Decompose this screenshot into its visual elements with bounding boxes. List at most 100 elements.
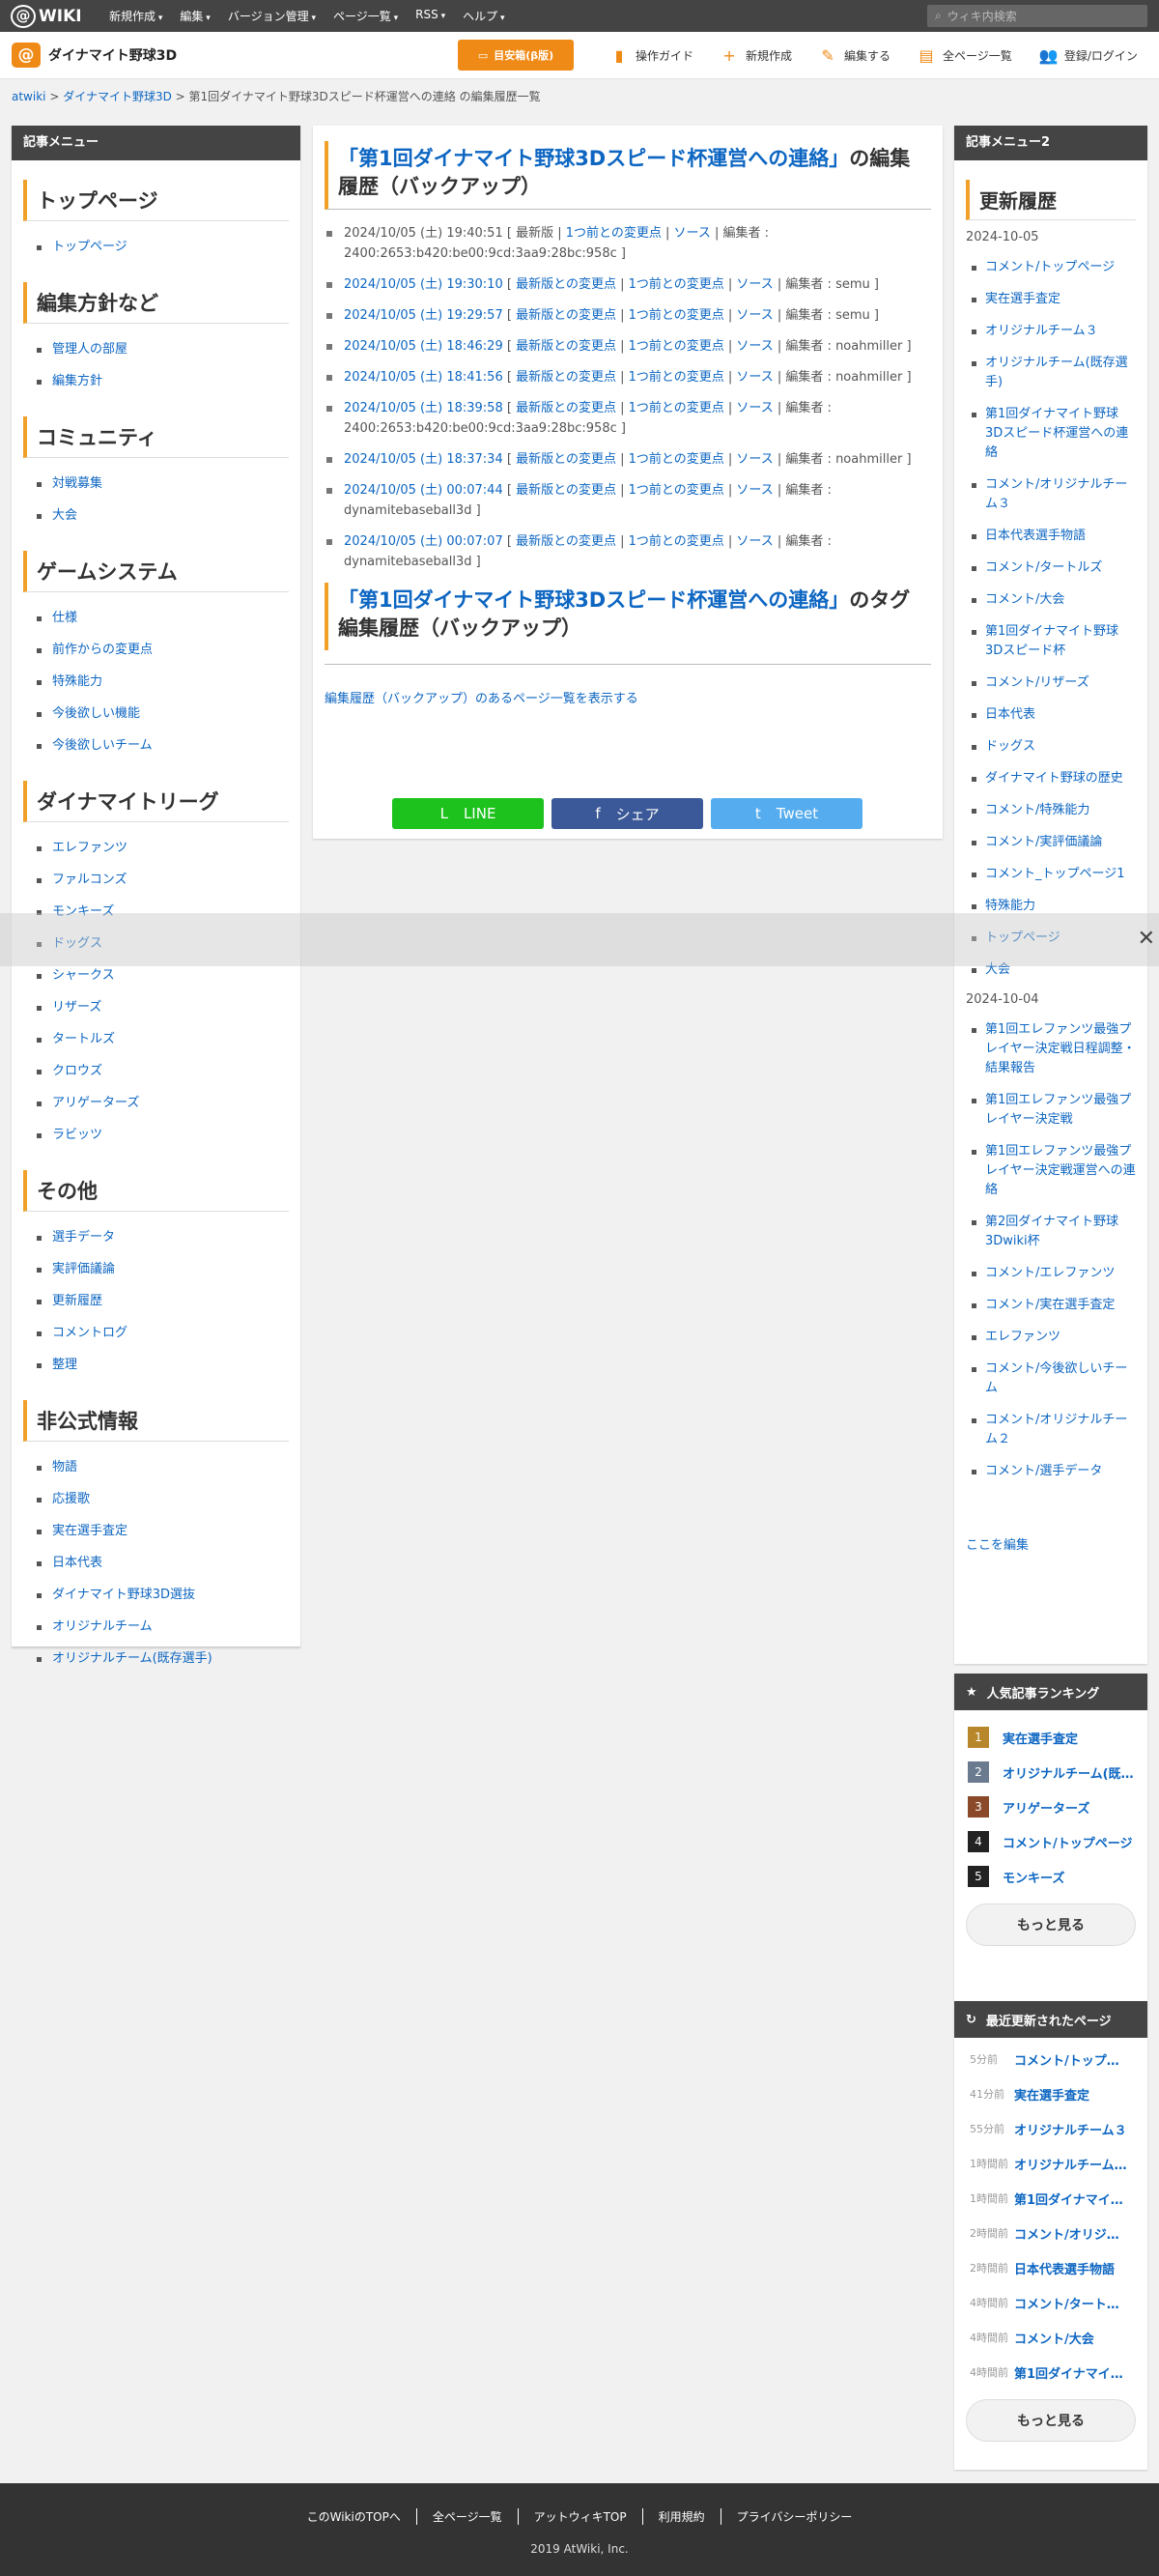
- ranking-item[interactable]: 1 実在選手査定: [968, 1720, 1147, 1755]
- recent-link[interactable]: コメント/タートルズ: [1014, 2294, 1128, 2312]
- tool-2[interactable]: ✎ 編集する: [806, 46, 904, 65]
- nav-link[interactable]: 編集方針: [52, 374, 102, 388]
- tool-4[interactable]: 👥 登録/ログイン: [1026, 46, 1151, 65]
- history-date-link[interactable]: 2024/10/05 (土) 19:29:57: [344, 308, 503, 323]
- wiki-logo[interactable]: @ ダイナマイト野球3D: [12, 43, 454, 68]
- nav-link[interactable]: エレファンツ: [52, 841, 127, 855]
- recent-link[interactable]: オリジナルチーム(既存選手): [1014, 2155, 1128, 2173]
- diff-prev-link[interactable]: 1つ前との変更点: [629, 277, 724, 292]
- source-link[interactable]: ソース: [674, 226, 711, 241]
- source-link[interactable]: ソース: [736, 534, 773, 549]
- footer-link[interactable]: このWikiのTOPへ: [292, 2508, 416, 2525]
- source-link[interactable]: ソース: [736, 452, 773, 467]
- source-link[interactable]: ソース: [736, 277, 773, 292]
- nav-link[interactable]: オリジナルチーム(既存選手): [52, 1651, 212, 1666]
- nav-link[interactable]: 実在選手査定: [52, 1524, 127, 1538]
- nav-link[interactable]: ダイナマイト野球3D選抜: [52, 1588, 195, 1602]
- footer-link[interactable]: 全ページ一覧: [415, 2508, 518, 2525]
- nav-link[interactable]: トップページ: [52, 240, 127, 254]
- ranking-more-button[interactable]: もっと見る: [966, 1903, 1136, 1946]
- nav-link[interactable]: 特殊能力: [52, 674, 102, 689]
- breadcrumb-atwiki[interactable]: atwiki: [12, 90, 46, 103]
- recent-item[interactable]: 2時間前 日本代表選手物語: [954, 2250, 1147, 2285]
- share-button-Tweet[interactable]: t Tweet: [711, 798, 862, 829]
- recent-item[interactable]: 4時間前第1回ダイナマイト野球3Dスピード杯: [954, 2355, 1147, 2390]
- global-menu-item[interactable]: RSS: [409, 8, 452, 24]
- global-menu-item[interactable]: 編集: [173, 8, 216, 24]
- update-link[interactable]: コメント_トップページ1: [985, 867, 1125, 881]
- recent-item[interactable]: 4時間前 コメント/タートルズ: [954, 2285, 1147, 2320]
- update-link[interactable]: 第1回ダイナマイト野球3Dスピード杯: [985, 624, 1118, 658]
- recent-item[interactable]: 4時間前 コメント/大会: [954, 2320, 1147, 2355]
- update-link[interactable]: コメント/リザーズ: [985, 675, 1089, 690]
- update-link[interactable]: 日本代表選手物語: [985, 529, 1086, 543]
- nav-link[interactable]: 大会: [52, 508, 77, 523]
- recent-item[interactable]: 1時間前第1回ダイナマイト野球3Dスピード杯運営への連絡: [954, 2181, 1147, 2216]
- recent-item[interactable]: 41分前 実在選手査定: [954, 2076, 1147, 2111]
- nav-link[interactable]: 実評価議論: [52, 1262, 115, 1276]
- history-date-link[interactable]: 2024/10/05 (土) 18:39:58: [344, 401, 503, 415]
- update-link[interactable]: コメント/今後欲しいチーム: [985, 1361, 1127, 1395]
- atwiki-logo[interactable]: @ WIKI: [11, 4, 102, 28]
- history-date-link[interactable]: 2024/10/05 (土) 19:30:10: [344, 277, 503, 292]
- diff-latest-link[interactable]: 最新版との変更点: [516, 339, 616, 354]
- diff-latest-link[interactable]: 最新版との変更点: [516, 308, 616, 323]
- source-link[interactable]: ソース: [736, 370, 773, 385]
- nav-link[interactable]: 選手データ: [52, 1230, 115, 1245]
- diff-prev-link[interactable]: 1つ前との変更点: [629, 483, 724, 498]
- source-link[interactable]: ソース: [736, 401, 773, 415]
- tag-title-link[interactable]: 「第1回ダイナマイト野球3Dスピード杯運営への連絡」: [338, 588, 849, 612]
- diff-latest-link[interactable]: 最新版との変更点: [516, 277, 616, 292]
- update-link[interactable]: コメント/特殊能力: [985, 803, 1089, 817]
- nav-link[interactable]: 物語: [52, 1460, 77, 1474]
- nav-link[interactable]: 仕様: [52, 611, 77, 625]
- update-link[interactable]: コメント/タートルズ: [985, 560, 1102, 575]
- tool-3[interactable]: ▤ 全ページ一覧: [904, 46, 1026, 65]
- nav-link[interactable]: アリゲーターズ: [52, 1096, 139, 1110]
- update-link[interactable]: コメント/大会: [985, 592, 1064, 607]
- nav-link[interactable]: 更新履歴: [52, 1294, 102, 1308]
- tool-1[interactable]: + 新規作成: [707, 46, 806, 65]
- diff-latest-link[interactable]: 最新版との変更点: [516, 483, 616, 498]
- recent-link[interactable]: 実在選手査定: [1014, 2085, 1128, 2104]
- nav-link[interactable]: シャークス: [52, 968, 115, 983]
- edit-menu-link[interactable]: ここを編集: [966, 1538, 1029, 1553]
- recent-link[interactable]: コメント/大会: [1014, 2329, 1128, 2347]
- nav-link[interactable]: オリジナルチーム: [52, 1619, 153, 1634]
- source-link[interactable]: ソース: [736, 483, 773, 498]
- tool-0[interactable]: ▮ 操作ガイド: [597, 46, 707, 65]
- nav-link[interactable]: ラビッツ: [52, 1128, 102, 1142]
- update-link[interactable]: 第1回エレファンツ最強プレイヤー決定戦運営への連絡: [985, 1144, 1136, 1197]
- close-icon[interactable]: ✕: [1138, 929, 1155, 950]
- footer-link[interactable]: プライバシーポリシー: [720, 2508, 868, 2525]
- nav-link[interactable]: 管理人の部屋: [52, 342, 127, 357]
- ranking-link[interactable]: モンキーズ: [1003, 1868, 1138, 1886]
- nav-link[interactable]: リザーズ: [52, 1000, 101, 1015]
- footer-link[interactable]: アットウィキTOP: [517, 2508, 642, 2525]
- ranking-link[interactable]: アリゲーターズ: [1003, 1798, 1138, 1817]
- nav-link[interactable]: 整理: [52, 1358, 77, 1372]
- nav-link[interactable]: 前作からの変更点: [52, 643, 153, 657]
- diff-latest-link[interactable]: 最新版との変更点: [516, 401, 616, 415]
- update-link[interactable]: コメント/実在選手査定: [985, 1298, 1115, 1312]
- diff-prev-link[interactable]: 1つ前との変更点: [629, 308, 724, 323]
- ranking-item[interactable]: 2 オリジナルチーム(既存選手): [968, 1755, 1147, 1789]
- update-link[interactable]: オリジナルチーム(既存選手): [985, 356, 1128, 389]
- recent-link[interactable]: コメント/オリジナルチーム３: [1014, 2224, 1128, 2243]
- history-date-link[interactable]: 2024/10/05 (土) 18:37:34: [344, 452, 503, 467]
- update-link[interactable]: コメント/トップページ: [985, 260, 1115, 274]
- update-link[interactable]: コメント/オリジナルチーム３: [985, 477, 1127, 511]
- diff-prev-link[interactable]: 1つ前との変更点: [629, 534, 724, 549]
- global-menu-item[interactable]: ヘルプ: [456, 8, 511, 24]
- history-date-link[interactable]: 2024/10/05 (土) 18:46:29: [344, 339, 503, 354]
- nav-link[interactable]: 今後欲しい機能: [52, 706, 140, 721]
- update-link[interactable]: ドッグス: [985, 739, 1035, 754]
- nav-link[interactable]: 対戦募集: [52, 476, 102, 491]
- diff-prev-link[interactable]: 1つ前との変更点: [629, 401, 724, 415]
- source-link[interactable]: ソース: [736, 308, 773, 323]
- recent-item[interactable]: 55分前 オリジナルチーム３: [954, 2111, 1147, 2146]
- nav-link[interactable]: クロウズ: [52, 1064, 102, 1078]
- update-link[interactable]: エレファンツ: [985, 1330, 1060, 1344]
- source-link[interactable]: ソース: [736, 339, 773, 354]
- recent-item[interactable]: 2時間前コメント/オリジナルチーム３: [954, 2216, 1147, 2250]
